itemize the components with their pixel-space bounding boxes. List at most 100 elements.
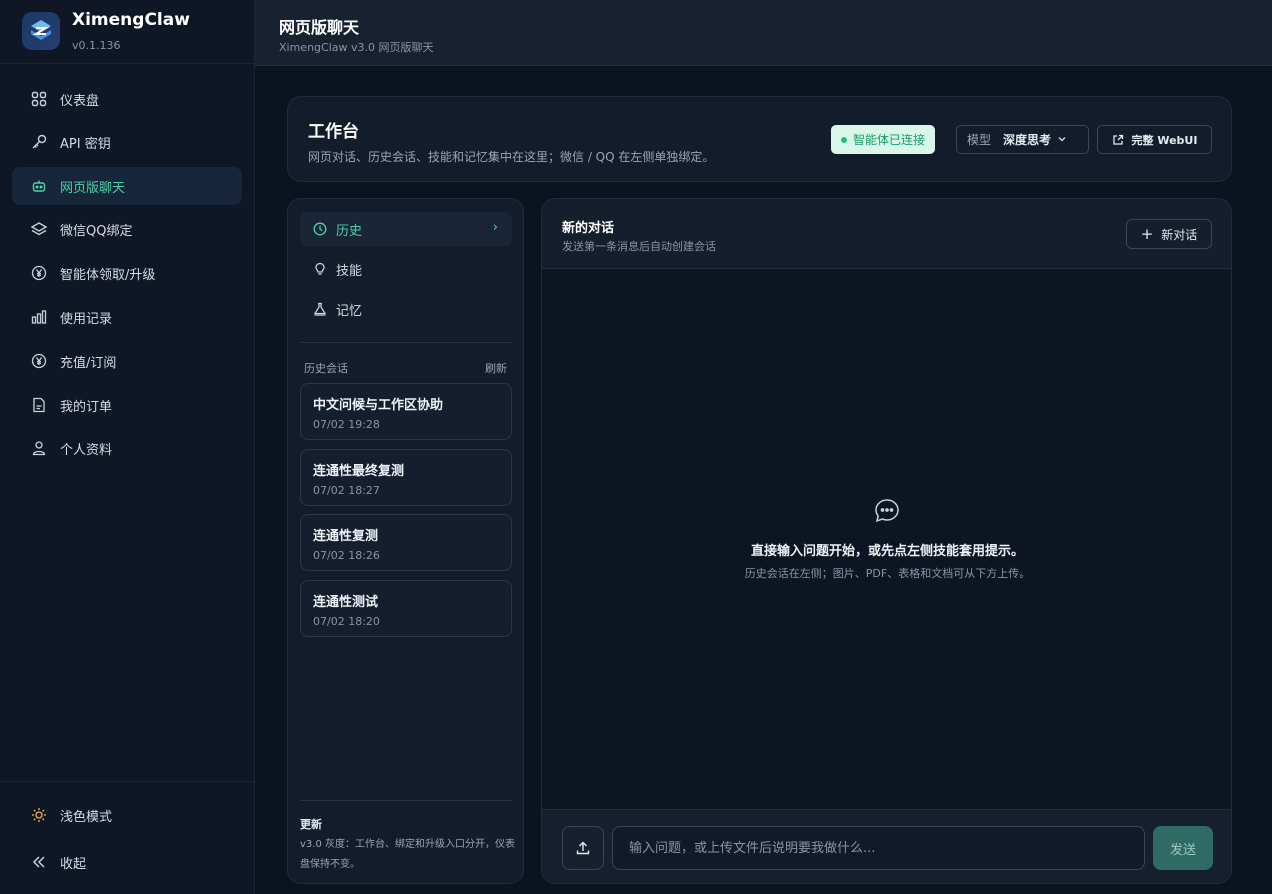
sidebar-item-recharge[interactable]: 充值/订阅 — [12, 342, 242, 380]
sidebar-item-label: 使用记录 — [60, 311, 113, 327]
status-badge: 智能体已连接 — [831, 125, 936, 154]
bot-icon — [30, 177, 48, 195]
history-item-title: 中文问候与工作区协助 — [313, 398, 444, 413]
chat-composer: 发送 — [542, 809, 1231, 883]
sidebar-item-label: 智能体领取/升级 — [60, 267, 156, 283]
sidebar-item-api-key[interactable]: API 密钥 — [12, 123, 242, 161]
sidebar-item-label: 我的订单 — [60, 399, 113, 415]
tab-history[interactable]: 历史 › — [300, 212, 512, 246]
refresh-button[interactable]: 刷新 — [485, 360, 507, 376]
collapse-label: 收起 — [60, 856, 87, 872]
tab-label: 记忆 — [336, 303, 363, 319]
history-item-time: 07/02 18:20 — [313, 615, 380, 628]
sidebar-item-label: API 密钥 — [60, 136, 111, 152]
sidebar-item-label: 网页版聊天 — [60, 180, 126, 196]
theme-toggle-label: 浅色模式 — [60, 809, 113, 825]
brand-name: XimengClaw — [72, 10, 190, 30]
sun-icon — [30, 806, 48, 824]
sidebar-item-label: 充值/订阅 — [60, 355, 117, 371]
collapse-button[interactable]: 收起 — [12, 843, 242, 881]
chat-bubble-icon — [873, 497, 901, 525]
sidebar-item-label: 微信QQ绑定 — [60, 223, 133, 239]
new-chat-label: 新对话 — [1161, 227, 1198, 242]
yen-icon — [30, 352, 48, 370]
clock-icon — [312, 221, 328, 237]
chevron-down-icon — [1057, 133, 1067, 147]
full-webui-label: 完整 WebUI — [1131, 133, 1198, 147]
chat-input[interactable] — [612, 826, 1145, 870]
history-item[interactable]: 中文问候与工作区协助 07/02 19:28 — [300, 383, 512, 440]
tab-skills[interactable]: 技能 — [300, 252, 512, 286]
yen-icon — [30, 264, 48, 282]
update-text: v3.0 灰度：工作台、绑定和升级入口分开，仪表盘保持不变。 — [300, 839, 515, 870]
history-item-time: 07/02 19:28 — [313, 418, 380, 431]
sidebar-item-usage[interactable]: 使用记录 — [12, 298, 242, 336]
new-chat-button[interactable]: + 新对话 — [1126, 219, 1212, 249]
status-dot-icon — [841, 136, 847, 143]
sidebar-item-web-chat[interactable]: 网页版聊天 — [12, 167, 242, 205]
upload-icon — [576, 841, 590, 855]
left-panel-divider — [300, 342, 512, 343]
workbench-description: 网页对话、历史会话、技能和记忆集中在这里；微信 / QQ 在左侧单独绑定。 — [308, 150, 715, 164]
send-button[interactable]: 发送 — [1153, 826, 1213, 870]
sidebar-item-label: 个人资料 — [60, 442, 113, 458]
history-item[interactable]: 连通性最终复测 07/02 18:27 — [300, 449, 512, 506]
model-value: 深度思考 — [1003, 133, 1052, 147]
tab-label: 技能 — [336, 263, 363, 279]
page-title: 网页版聊天 — [279, 18, 360, 37]
tab-label: 历史 — [336, 223, 363, 239]
bar-chart-icon — [30, 308, 48, 326]
sidebar: XimengClaw v0.1.136 仪表盘 API 密钥 网页版聊天 微信Q… — [0, 0, 255, 894]
theme-toggle[interactable]: 浅色模式 — [12, 796, 242, 834]
history-item[interactable]: 连通性复测 07/02 18:26 — [300, 514, 512, 571]
sidebar-item-profile[interactable]: 个人资料 — [12, 429, 242, 467]
layers-icon — [30, 220, 48, 238]
app-logo — [22, 12, 60, 50]
workbench-title: 工作台 — [308, 122, 359, 142]
history-item-time: 07/02 18:27 — [313, 484, 380, 497]
left-panel: 历史 › 技能 记忆 历史会话 刷新 中文问候与工作区协助 07/02 19:2… — [287, 198, 524, 884]
history-item-title: 连通性复测 — [313, 529, 379, 544]
page-header: 网页版聊天 XimengClaw v3.0 网页版聊天 — [255, 0, 1272, 66]
history-item-title: 连通性最终复测 — [313, 464, 405, 479]
status-text: 智能体已连接 — [853, 133, 926, 147]
grid-icon — [30, 90, 48, 108]
plus-icon: + — [1140, 225, 1154, 243]
workbench-card: 工作台 网页对话、历史会话、技能和记忆集中在这里；微信 / QQ 在左侧单独绑定… — [287, 96, 1232, 182]
chat-messages-area: 直接输入问题开始，或先点左侧技能套用提示。 历史会话在左侧；图片、PDF、表格和… — [542, 269, 1231, 809]
sidebar-item-agent-upgrade[interactable]: 智能体领取/升级 — [12, 254, 242, 292]
sidebar-divider — [0, 781, 255, 782]
sidebar-item-label: 仪表盘 — [60, 93, 100, 109]
update-title: 更新 — [300, 818, 322, 831]
model-select[interactable]: 模型 深度思考 — [956, 125, 1089, 154]
chat-panel: 新的对话 发送第一条消息后自动创建会话 + 新对话 直接输入问题开始，或先点左侧… — [541, 198, 1232, 884]
sidebar-item-wechat-qq[interactable]: 微信QQ绑定 — [12, 210, 242, 248]
brain-icon — [312, 301, 328, 317]
history-item[interactable]: 连通性测试 07/02 18:20 — [300, 580, 512, 637]
tab-memory[interactable]: 记忆 — [300, 292, 512, 326]
chat-header: 新的对话 发送第一条消息后自动创建会话 + 新对话 — [542, 199, 1231, 269]
double-chevron-left-icon — [30, 853, 48, 871]
history-section-label: 历史会话 — [304, 362, 348, 375]
chat-subtitle: 发送第一条消息后自动创建会话 — [562, 240, 716, 253]
update-divider — [300, 800, 512, 801]
upload-button[interactable] — [562, 826, 604, 870]
model-label: 模型 — [967, 133, 992, 147]
sidebar-item-dashboard[interactable]: 仪表盘 — [12, 80, 242, 118]
history-item-title: 连通性测试 — [313, 595, 379, 610]
document-icon — [30, 396, 48, 414]
history-item-time: 07/02 18:26 — [313, 549, 380, 562]
full-webui-button[interactable]: 完整 WebUI — [1097, 125, 1212, 154]
external-link-icon — [1112, 134, 1124, 146]
chevron-right-icon: › — [492, 220, 498, 235]
empty-state-hint: 历史会话在左侧；图片、PDF、表格和文档可从下方上传。 — [744, 567, 1031, 580]
sidebar-item-orders[interactable]: 我的订单 — [12, 386, 242, 424]
logo-icon — [31, 20, 51, 40]
brand-version: v0.1.136 — [72, 39, 121, 52]
lightbulb-icon — [312, 261, 328, 277]
user-icon — [30, 439, 48, 457]
page-subtitle: XimengClaw v3.0 网页版聊天 — [279, 41, 434, 54]
key-icon — [30, 133, 48, 151]
empty-state-title: 直接输入问题开始，或先点左侧技能套用提示。 — [750, 544, 1024, 559]
chat-title: 新的对话 — [562, 221, 615, 236]
